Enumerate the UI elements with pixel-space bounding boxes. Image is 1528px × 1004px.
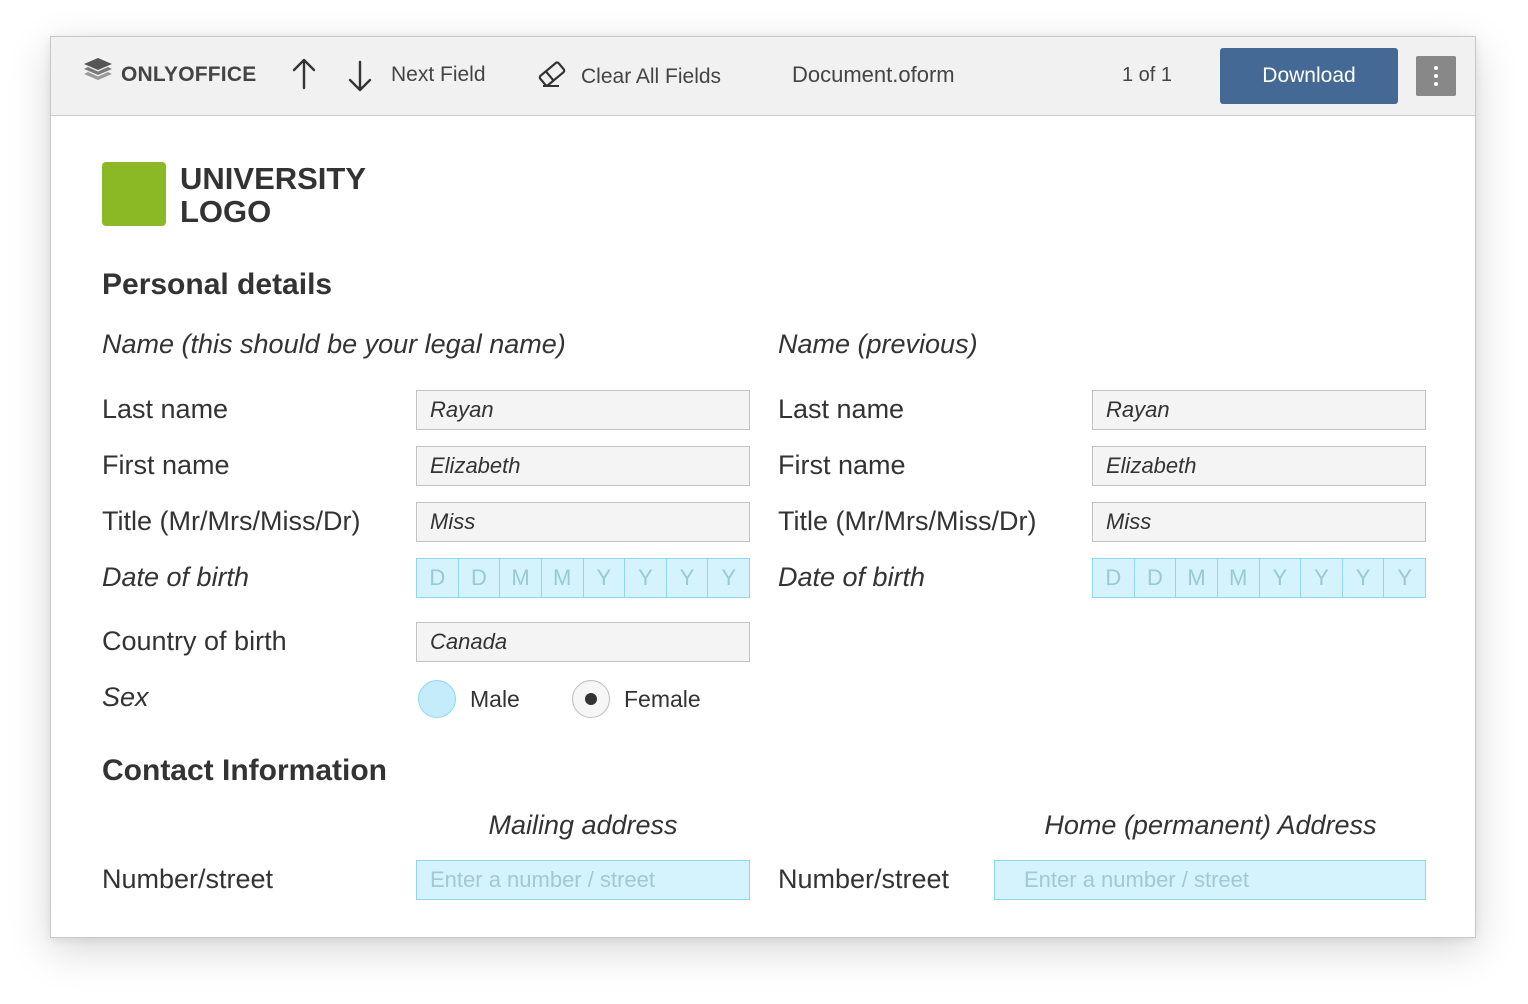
- sex-male-radio[interactable]: [418, 680, 456, 718]
- home-number-street-label: Number/street: [778, 864, 950, 894]
- previous-date-of-birth-field[interactable]: D D M M Y Y Y Y: [1092, 558, 1426, 598]
- country-of-birth-field[interactable]: Canada: [416, 622, 750, 662]
- home-number-street-input[interactable]: Enter a number / street: [994, 860, 1426, 900]
- download-button[interactable]: Download: [1220, 48, 1398, 104]
- form-window: ONLYOFFICE Next Field Clear All Fields D…: [50, 36, 1476, 938]
- university-logo-square: [102, 162, 166, 226]
- last-name-field[interactable]: Rayan: [416, 390, 750, 430]
- arrow-down-icon: [345, 59, 375, 98]
- clear-all-fields-button[interactable]: Clear All Fields: [523, 59, 721, 95]
- dob-cell: Y: [584, 559, 626, 597]
- mailing-number-street-label: Number/street: [102, 864, 274, 894]
- previous-first-name-label: First name: [778, 450, 906, 480]
- onlyoffice-logo: ONLYOFFICE: [81, 57, 256, 93]
- title-field[interactable]: Miss: [416, 502, 750, 542]
- dob-cell: M: [542, 559, 584, 597]
- dob-cell: Y: [1397, 565, 1413, 590]
- dob-cell: Y: [1343, 559, 1385, 597]
- mailing-number-street-input[interactable]: Enter a number / street: [416, 860, 750, 900]
- radio-selected-dot: [585, 693, 597, 705]
- more-options-button[interactable]: [1416, 56, 1456, 96]
- dob-cell: M: [1176, 559, 1218, 597]
- previous-date-of-birth-label: Date of birth: [778, 562, 926, 592]
- university-logo: UNIVERSITY LOGO: [102, 162, 366, 228]
- layers-icon: [81, 56, 115, 95]
- clear-all-fields-label: Clear All Fields: [581, 65, 722, 88]
- dob-cell: D: [1135, 559, 1177, 597]
- home-address-heading: Home (permanent) Address: [1044, 810, 1377, 840]
- eraser-icon: [537, 59, 567, 95]
- next-field-button[interactable]: Next Field: [391, 63, 486, 87]
- date-of-birth-field[interactable]: D D M M Y Y Y Y: [416, 558, 750, 598]
- contact-information-heading: Contact Information: [102, 754, 387, 787]
- sex-female-radio[interactable]: [572, 680, 610, 718]
- dob-cell: Y: [1301, 559, 1343, 597]
- logo-text: ONLYOFFICE: [121, 63, 257, 86]
- dob-cell: Y: [667, 559, 709, 597]
- first-name-label: First name: [102, 450, 230, 480]
- form-document: UNIVERSITY LOGO Personal details Name (t…: [51, 116, 1475, 939]
- previous-field-button[interactable]: [289, 57, 319, 96]
- previous-title-label: Title (Mr/Mrs/Miss/Dr): [778, 506, 1037, 536]
- dob-cell: D: [1093, 559, 1135, 597]
- dob-cell: Y: [1260, 559, 1302, 597]
- country-of-birth-label: Country of birth: [102, 626, 287, 656]
- previous-first-name-field[interactable]: Elizabeth: [1092, 446, 1426, 486]
- vertical-dots-icon: [1434, 64, 1438, 88]
- university-logo-text: UNIVERSITY LOGO: [180, 161, 367, 229]
- dob-cell: D: [417, 559, 459, 597]
- document-name: Document.oform: [792, 62, 955, 87]
- next-field-arrow-button[interactable]: [345, 59, 375, 98]
- previous-name-heading: Name (previous): [778, 329, 978, 359]
- dob-cell: M: [1218, 559, 1260, 597]
- page-indicator: 1 of 1: [1122, 64, 1173, 86]
- previous-last-name-field[interactable]: Rayan: [1092, 390, 1426, 430]
- title-label: Title (Mr/Mrs/Miss/Dr): [102, 506, 361, 536]
- dob-cell: D: [459, 559, 501, 597]
- dob-cell: Y: [625, 559, 667, 597]
- previous-title-field[interactable]: Miss: [1092, 502, 1426, 542]
- last-name-label: Last name: [102, 394, 229, 424]
- sex-male-label: Male: [470, 686, 520, 712]
- personal-details-heading: Personal details: [102, 268, 333, 301]
- first-name-field[interactable]: Elizabeth: [416, 446, 750, 486]
- toolbar: ONLYOFFICE Next Field Clear All Fields D…: [51, 37, 1475, 116]
- previous-last-name-label: Last name: [778, 394, 905, 424]
- dob-cell: Y: [721, 565, 737, 590]
- mailing-address-heading: Mailing address: [488, 810, 678, 840]
- sex-label: Sex: [102, 682, 149, 712]
- sex-female-label: Female: [624, 686, 701, 712]
- date-of-birth-label: Date of birth: [102, 562, 250, 592]
- legal-name-heading: Name (this should be your legal name): [102, 329, 566, 359]
- dob-cell: M: [500, 559, 542, 597]
- arrow-up-icon: [289, 57, 319, 96]
